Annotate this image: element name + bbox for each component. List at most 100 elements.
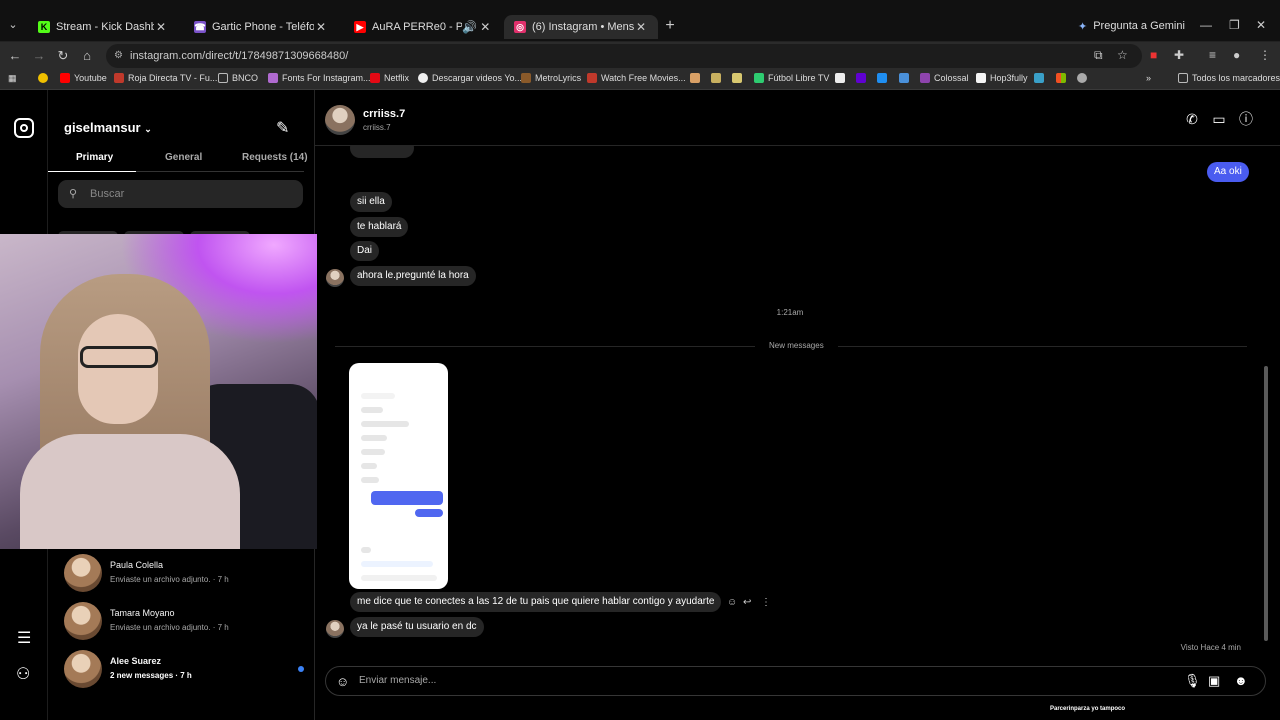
close-icon[interactable]: ✕ [154, 20, 168, 34]
profile-avatar-icon[interactable]: ● [1233, 48, 1240, 62]
reload-icon[interactable]: ↻ [55, 48, 71, 64]
bookmark-colossal[interactable]: Colossal [920, 73, 969, 83]
message-bubble-outgoing[interactable]: Aa oki [1207, 162, 1249, 182]
scrollbar-thumb[interactable] [1264, 366, 1268, 641]
conversation-item[interactable]: Alee Suarez 2 new messages · 7 h [64, 650, 304, 690]
instagram-logo-icon[interactable] [14, 118, 34, 138]
avatar [64, 554, 102, 592]
conversation-preview: 2 new messages · 7 h [110, 671, 192, 680]
all-bookmarks[interactable]: Todos los marcadores [1178, 73, 1280, 83]
restore-icon[interactable]: ❐ [1229, 18, 1240, 32]
chat-panel: crriiss.7 crriiss.7 ✆ ▭ ⓘ Aa oki sii ell… [315, 90, 1280, 720]
tab-kick[interactable]: K Stream - Kick Dashboard ✕ [28, 15, 178, 39]
new-tab-button[interactable]: + [662, 18, 678, 34]
bookmark-label: Watch Free Movies... [601, 73, 686, 83]
minimize-icon[interactable]: — [1200, 18, 1212, 32]
contact-avatar[interactable] [325, 105, 355, 135]
star-icon[interactable]: ☆ [1117, 48, 1128, 62]
message-bubble[interactable]: ahora le.pregunté la hora [350, 266, 476, 286]
react-icon[interactable]: ☺ [727, 597, 737, 608]
avatar [64, 650, 102, 688]
message-bubble[interactable]: sii ella [350, 192, 392, 212]
info-icon[interactable]: ⓘ [1237, 110, 1255, 128]
bookmarks-overflow-icon[interactable]: » [1146, 73, 1151, 83]
more-apps-icon[interactable]: ⚇ [16, 664, 30, 684]
tab-title: AuRA PERRe0 - PAILITA x B [372, 21, 462, 33]
bookmark-futbol[interactable]: Fútbol Libre TV [754, 73, 829, 83]
bookmark-youtube[interactable]: Youtube [60, 73, 107, 83]
compose-icon[interactable]: ✎ [276, 118, 294, 137]
close-icon[interactable]: ✕ [634, 20, 648, 34]
bookmark-label: Descargar videos Yo... [432, 73, 523, 83]
bookmark-icon-d[interactable] [835, 73, 845, 83]
phone-call-icon[interactable]: ✆ [1183, 110, 1201, 128]
message-thread: Aa oki sii ella te hablará Dai ahora le.… [315, 146, 1265, 661]
bookmark-hop3fully[interactable]: Hop3fully [976, 73, 1028, 83]
site-info-icon[interactable]: ⚙ [114, 50, 123, 61]
reply-icon[interactable]: ↩ [743, 597, 751, 608]
image-attachment[interactable] [349, 363, 448, 589]
tab-general[interactable]: General [165, 152, 202, 163]
extensions-puzzle-icon[interactable]: ✚ [1174, 48, 1184, 62]
username: giselmansur [64, 120, 141, 135]
bookmark-icon-c[interactable] [732, 73, 742, 83]
message-composer[interactable]: ☺ Enviar mensaje... 🎙 ▣ ☻ [325, 666, 1266, 696]
account-switcher[interactable]: giselmansur ⌄ [64, 120, 152, 135]
emoji-icon[interactable]: ☺ [336, 674, 349, 689]
message-bubble[interactable]: ya le pasé tu usuario en dc [350, 617, 484, 637]
conversation-preview: Enviaste un archivo adjunto. · 7 h [110, 575, 229, 584]
tab-search-icon[interactable]: ⌄ [4, 16, 22, 34]
tab-instagram[interactable]: ◎ (6) Instagram • Mensajes ✕ [504, 15, 658, 39]
sticker-icon[interactable]: ☻ [1234, 673, 1248, 688]
image-upload-icon[interactable]: ▣ [1208, 673, 1220, 689]
url-field[interactable]: ⚙ instagram.com/direct/t/178498713096684… [106, 44, 1142, 68]
microphone-icon[interactable]: 🎙 [1184, 673, 1201, 689]
contact-name[interactable]: crriiss.7 [363, 108, 405, 120]
window-close-icon[interactable]: ✕ [1256, 18, 1266, 32]
close-icon[interactable]: ✕ [314, 20, 328, 34]
close-icon[interactable]: 🔊 ✕ [462, 20, 490, 34]
bookmark-icon-b[interactable] [711, 73, 721, 83]
video-call-icon[interactable]: ▭ [1210, 110, 1228, 128]
bookmark-icon-h[interactable] [1077, 73, 1087, 83]
bookmark-watch-movies[interactable]: Watch Free Movies... [587, 73, 686, 83]
install-icon[interactable]: ⧉ [1094, 48, 1103, 63]
message-bubble[interactable]: me dice que te conectes a las 12 de tu p… [350, 592, 722, 612]
bookmark-bnco[interactable]: BNCO [218, 73, 258, 83]
bookmark-icon-e[interactable] [877, 73, 887, 83]
media-icon[interactable]: ≡ [1209, 48, 1216, 62]
bookmark-microsoft[interactable] [1056, 73, 1066, 83]
message-bubble[interactable]: Dai [350, 241, 380, 261]
tab-requests[interactable]: Requests (14) [242, 152, 308, 163]
extension-icon[interactable]: ■ [1150, 48, 1157, 62]
more-icon[interactable]: ⋮ [1259, 48, 1271, 62]
more-options-icon[interactable]: ⋮ [761, 597, 771, 608]
bookmark-descargar[interactable]: Descargar videos Yo... [418, 73, 522, 83]
tab-gartic[interactable]: ☎ Gartic Phone - Teléfono Descon ✕ [184, 15, 338, 39]
active-tab-indicator [48, 171, 136, 172]
folder-icon [218, 73, 228, 83]
back-icon[interactable]: ← [7, 48, 23, 63]
menu-icon[interactable]: ☰ [17, 628, 31, 648]
tab-primary[interactable]: Primary [76, 152, 113, 163]
forward-icon[interactable]: → [31, 48, 47, 63]
bookmark-roja[interactable]: Roja Directa TV - Fu... [114, 73, 217, 83]
message-bubble[interactable]: te hablará [350, 217, 409, 237]
bookmark-icon-g[interactable] [1034, 73, 1044, 83]
conversation-item[interactable]: Tamara Moyano Enviaste un archivo adjunt… [64, 602, 304, 642]
search-input[interactable]: ⚲ Buscar [58, 180, 303, 208]
bookmark-icon-f[interactable] [899, 73, 909, 83]
bookmark-emoji[interactable] [38, 73, 48, 83]
apps-icon[interactable]: ▦ [8, 73, 17, 84]
tab-youtube[interactable]: ▶ AuRA PERRe0 - PAILITA x B 🔊 ✕ [344, 15, 498, 39]
bookmark-metrolyrics[interactable]: MetroLyrics [521, 73, 581, 83]
conversation-item[interactable]: Paula Colella Enviaste un archivo adjunt… [64, 554, 304, 594]
bookmark-netflix[interactable]: Netflix [370, 73, 409, 83]
gemini-button[interactable]: ✦ Pregunta a Gemini [1078, 16, 1185, 36]
bookmark-icon-a[interactable] [690, 73, 700, 83]
bookmark-fonts[interactable]: Fonts For Instagram... [268, 73, 371, 83]
home-icon[interactable]: ⌂ [79, 48, 95, 63]
chat-scrollbar[interactable] [1263, 146, 1269, 661]
conversation-name: Alee Suarez [110, 656, 162, 666]
bookmark-yahoo[interactable] [856, 73, 866, 83]
